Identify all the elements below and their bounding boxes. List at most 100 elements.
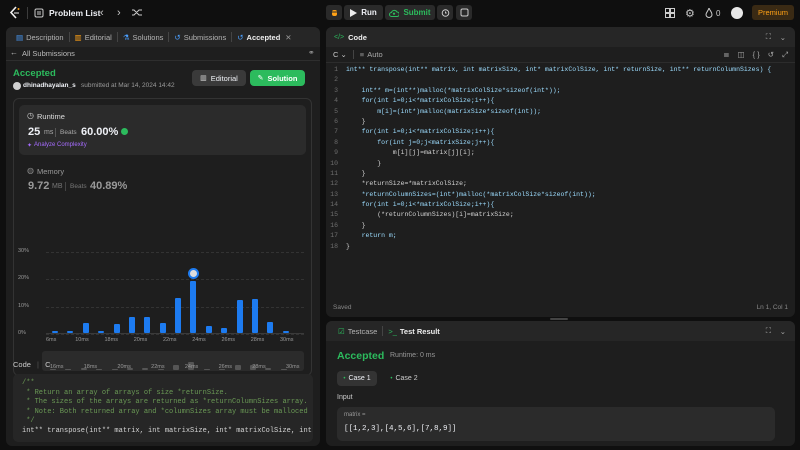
code-line[interactable]: 12 *returnSize=*matrixColSize;	[326, 180, 795, 190]
tab-accepted[interactable]: ↺ Accepted ✕	[233, 33, 295, 42]
tab-submissions[interactable]: ↺ Submissions	[170, 33, 230, 42]
chart-bar[interactable]	[52, 331, 58, 333]
runtime-box[interactable]: ◷ Runtime 25 ms Beats 60.00% ✦ Analyze C…	[19, 105, 306, 155]
chart-bar[interactable]	[113, 323, 120, 333]
tab-editorial[interactable]: ▥ Editorial	[71, 33, 116, 42]
code-editor[interactable]: 1 int** transpose(int** matrix, int matri…	[326, 65, 795, 295]
tab-testcase[interactable]: ☑ Testcase	[334, 327, 381, 336]
code-line[interactable]: 1 int** transpose(int** matrix, int matri…	[326, 66, 795, 76]
chart-bar[interactable]	[128, 316, 135, 333]
leetcode-logo-icon[interactable]	[8, 6, 22, 20]
timer-button[interactable]	[437, 5, 453, 20]
language-select[interactable]: C ⌄	[333, 50, 347, 59]
expand-icon[interactable]: ⛶	[766, 32, 771, 42]
code-line[interactable]: 2	[326, 76, 795, 86]
memory-box[interactable]: ◍ Memory 9.72 MB Beats 40.89%	[19, 161, 306, 201]
solution-label: Solution	[267, 73, 298, 83]
minimap-bar	[265, 368, 272, 370]
premium-button[interactable]: Premium	[752, 5, 794, 20]
format-icon[interactable]: ≣	[723, 50, 729, 60]
book-icon: ▥	[200, 75, 207, 82]
auto-mode[interactable]: Auto	[367, 50, 382, 59]
gear-icon[interactable]: ⚙	[685, 7, 695, 20]
code-line[interactable]: 4 for(int i=0;i<*matrixColSize;i++){	[326, 97, 795, 107]
code-line[interactable]: 5 m[i]=(int*)malloc(matrixSize*sizeof(in…	[326, 108, 795, 118]
code-line[interactable]: 8 for(int j=0;j<matrixSize;j++){	[326, 139, 795, 149]
code-line[interactable]: 11 }	[326, 170, 795, 180]
horizontal-splitter[interactable]	[550, 318, 568, 320]
code-line[interactable]: 6 }	[326, 118, 795, 128]
code-line[interactable]: 17 return m;	[326, 232, 795, 242]
chart-bar[interactable]	[267, 322, 274, 333]
line-text: }	[346, 159, 382, 167]
chart-minimap[interactable]: 16ms 18ms 20ms 22ms 24ms 26ms 28ms 30ms	[42, 351, 304, 371]
bookmark-icon[interactable]: ◫	[738, 50, 745, 60]
expand-icon[interactable]: ⛶	[766, 326, 771, 336]
code-line: int** transpose(int** matrix, int matrix…	[22, 426, 312, 435]
editor-title: Code	[348, 32, 367, 42]
chart-bar[interactable]	[67, 330, 74, 333]
next-problem-icon[interactable]: ›	[117, 7, 121, 19]
divider	[231, 32, 233, 42]
tab-test-result[interactable]: >_ Test Result	[384, 327, 443, 336]
chart-bar[interactable]	[205, 326, 212, 333]
case-1-tab[interactable]: • Case 1	[337, 371, 377, 386]
submitted-time: submitted at Mar 14, 2024 14:42	[81, 82, 175, 89]
chart-bar[interactable]	[98, 330, 105, 333]
chart-bar[interactable]	[144, 317, 151, 333]
braces-icon[interactable]: { }	[753, 50, 760, 60]
code-line[interactable]: 14 for(int i=0;i<*matrixColSize;i++){	[326, 201, 795, 211]
debug-button[interactable]	[326, 5, 342, 20]
chart-bar[interactable]	[190, 281, 197, 333]
code-line[interactable]: 16 }	[326, 222, 795, 232]
notes-button[interactable]	[456, 5, 472, 20]
layout-icon[interactable]	[665, 8, 675, 18]
code-line[interactable]: 10 }	[326, 160, 795, 170]
x-tick-label: 20ms	[133, 337, 148, 343]
all-submissions-link[interactable]: All Submissions	[22, 49, 75, 58]
back-arrow-icon[interactable]: ←	[10, 48, 18, 57]
close-icon[interactable]: ✕	[285, 33, 291, 42]
editorial-button[interactable]: ▥ Editorial	[192, 70, 246, 86]
fire-icon[interactable]	[705, 8, 713, 18]
avatar[interactable]	[731, 7, 743, 19]
chevron-down-icon[interactable]: ⌄	[780, 33, 786, 42]
case-2-tab[interactable]: • Case 2	[384, 371, 424, 386]
chart-bar[interactable]	[282, 330, 289, 333]
code-line[interactable]: 7 for(int i=0;i<*matrixColSize;i++){	[326, 128, 795, 138]
divider	[68, 32, 70, 42]
chart-bar[interactable]	[175, 298, 181, 333]
prev-problem-icon[interactable]: ‹	[100, 7, 104, 19]
fullscreen-icon[interactable]: ⤢	[782, 50, 788, 60]
code-line[interactable]: 9 m[i][j]=matrix[j][i];	[326, 149, 795, 159]
tab-solutions[interactable]: ⚗ Solutions	[119, 33, 168, 42]
submit-button[interactable]: Submit	[385, 5, 435, 20]
chart-bar[interactable]	[251, 298, 258, 333]
minimap-tick-label: 22ms	[151, 364, 165, 370]
submitter-name[interactable]: dhinadhayalan_s	[23, 82, 76, 89]
result-tab-bar: ☑ Testcase >_ Test Result ⛶ ⌄	[326, 321, 795, 341]
analyze-complexity-link[interactable]: Analyze Complexity	[34, 142, 87, 148]
chevron-down-icon[interactable]: ⌄	[780, 327, 786, 336]
solution-button[interactable]: ✎ Solution	[250, 70, 305, 86]
chart-bar[interactable]	[82, 322, 89, 333]
list-icon[interactable]	[34, 7, 44, 19]
code-line[interactable]: 13 *returnColumnSizes=(int*)malloc(*matr…	[326, 191, 795, 201]
line-number: 14	[330, 201, 338, 209]
vertical-splitter[interactable]	[321, 180, 324, 210]
code-line[interactable]: 3 int** m=(int**)malloc(*matrixColSize*s…	[326, 87, 795, 97]
code-line[interactable]: 18}	[326, 243, 795, 253]
problem-list-link[interactable]: Problem List	[49, 8, 100, 18]
reset-icon[interactable]: ↺	[768, 50, 774, 60]
code-line[interactable]: 15 (*returnColumnSizes)[i]=matrixSize;	[326, 211, 795, 221]
chart-bar[interactable]	[159, 323, 166, 333]
run-button[interactable]: Run	[344, 5, 383, 20]
tab-description[interactable]: ▤ Description	[12, 33, 68, 42]
shuffle-icon[interactable]	[132, 8, 142, 17]
code-line: */	[22, 417, 35, 425]
chart-bar[interactable]	[236, 299, 243, 333]
chart-bar[interactable]	[221, 328, 228, 333]
minimap-bars: 16ms 18ms 20ms 22ms 24ms 26ms 28ms 30ms	[42, 351, 304, 371]
your-submission-marker[interactable]	[187, 268, 199, 280]
link-icon[interactable]: ⚭	[308, 48, 315, 57]
